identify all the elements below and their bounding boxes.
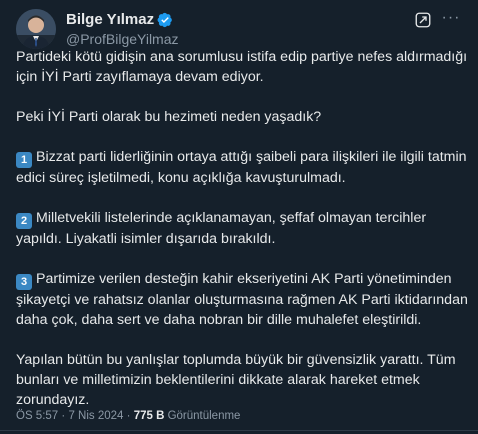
tweet-date[interactable]: 7 Nis 2024 — [68, 410, 123, 422]
meta-separator: · — [126, 410, 131, 422]
views-count: 775 B — [133, 410, 165, 422]
keycap-3-icon: 3 — [16, 274, 32, 290]
paragraph-text: Yapılan bütün bu yanlışlar toplumda büyü… — [16, 352, 456, 408]
keycap-2-icon: 2 — [16, 213, 32, 229]
author-display-name[interactable]: Bilge Yılmaz — [66, 11, 154, 29]
tweet-paragraph: 2 Milletvekili listelerinde açıklanamayan… — [16, 208, 468, 249]
tweet-meta: ÖS 5:57 · 7 Nis 2024 · 775 B Görüntülenm… — [16, 409, 240, 423]
meta-separator: · — [61, 410, 66, 422]
verified-badge-icon — [157, 12, 172, 28]
tweet-header: Bilge Yılmaz @ProfBilgeYilmaz ··· — [16, 9, 462, 49]
author-name-row: Bilge Yılmaz — [66, 11, 173, 29]
tweet-paragraph: Yapılan bütün bu yanlışlar toplumda büyü… — [16, 350, 468, 410]
paragraph-text: Partideki kötü gidişin ana sorumlusu ist… — [16, 49, 468, 85]
more-options-button[interactable]: ··· — [440, 10, 462, 29]
paragraph-text: Milletvekili listelerinde açıklanamayan,… — [16, 210, 427, 247]
profile-photo-icon — [16, 9, 56, 49]
views-label: Görüntülenme — [167, 410, 241, 422]
keycap-1-icon: 1 — [16, 152, 32, 168]
avatar[interactable] — [16, 9, 56, 49]
tweet-paragraph: Partideki kötü gidişin ana sorumlusu ist… — [16, 47, 468, 87]
paragraph-text: Bizzat parti liderliğinin ortaya attığı … — [16, 149, 467, 186]
tweet-paragraph: 1 Bizzat parti liderliğinin ortaya attığı… — [16, 147, 468, 188]
tweet-paragraph: Peki İYİ Parti olarak bu hezimeti neden … — [16, 107, 468, 127]
grok-icon[interactable] — [414, 11, 432, 29]
author-handle[interactable]: @ProfBilgeYilmaz — [66, 30, 179, 48]
tweet-paragraph: 3 Partimize verilen desteğin kahir ekseri… — [16, 269, 468, 330]
paragraph-text: Peki İYİ Parti olarak bu hezimeti neden … — [16, 109, 322, 125]
divider — [0, 430, 478, 431]
tweet-text: Partideki kötü gidişin ana sorumlusu ist… — [16, 47, 468, 430]
tweet-time[interactable]: ÖS 5:57 — [16, 410, 58, 422]
paragraph-text: Partimize verilen desteğin kahir ekseriy… — [16, 271, 468, 328]
